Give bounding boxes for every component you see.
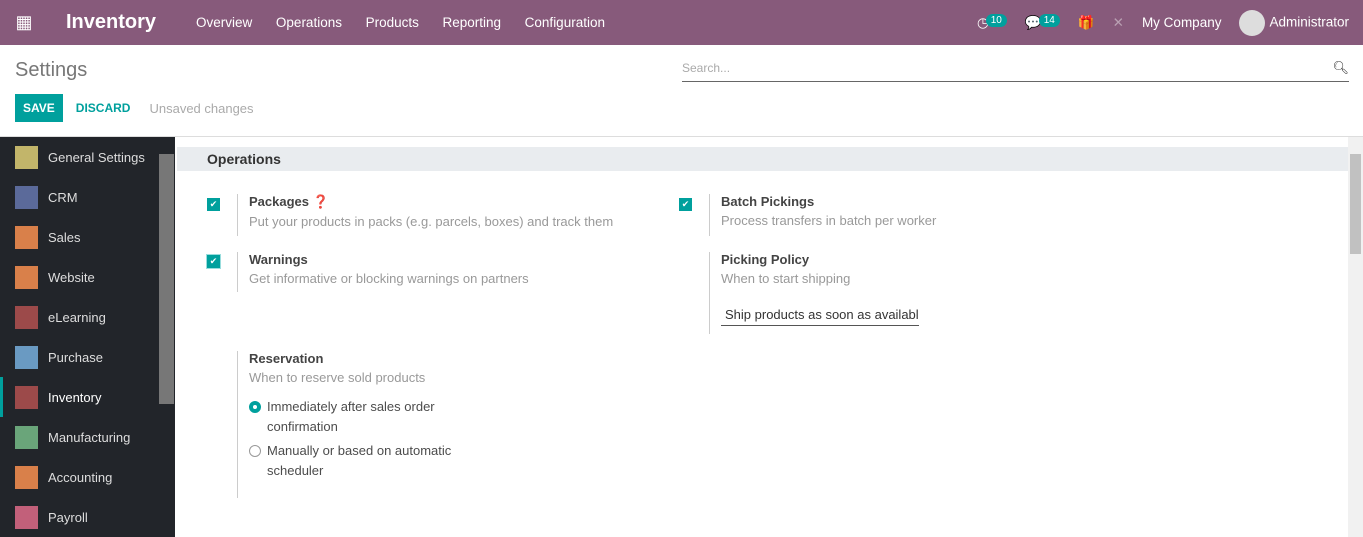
search-input[interactable]: Search... 🔍︎ bbox=[682, 60, 1349, 82]
top-navbar: ▦ Inventory Overview Operations Products… bbox=[0, 0, 1363, 45]
save-button[interactable]: SAVE bbox=[15, 94, 63, 122]
user-menu[interactable]: Administrator bbox=[1239, 9, 1349, 36]
sidebar-item-purchase[interactable]: Purchase bbox=[0, 337, 175, 377]
packages-label: Packages bbox=[249, 194, 309, 209]
batch-pickings-desc: Process transfers in batch per worker bbox=[721, 213, 937, 228]
app-icon bbox=[15, 265, 38, 289]
company-switcher[interactable]: My Company bbox=[1142, 15, 1222, 30]
app-icon bbox=[15, 385, 38, 409]
app-icon bbox=[15, 505, 38, 529]
app-icon bbox=[15, 145, 38, 169]
batch-pickings-checkbox[interactable]: ✔ bbox=[679, 198, 692, 211]
sidebar-item-manufacturing[interactable]: Manufacturing bbox=[0, 417, 175, 457]
sidebar-item-sales[interactable]: Sales bbox=[0, 217, 175, 257]
sidebar-item-label: Purchase bbox=[48, 349, 103, 365]
activity-button[interactable]: ◷ 10 bbox=[977, 13, 1007, 31]
activity-badge: 10 bbox=[985, 13, 1007, 27]
sidebar-item-label: Sales bbox=[48, 229, 81, 245]
unsaved-status: Unsaved changes bbox=[149, 100, 254, 116]
app-icon bbox=[15, 425, 38, 449]
reservation-option-immediate[interactable]: Immediately after sales order confirmati… bbox=[249, 397, 457, 437]
tools-icon[interactable]: ✕ bbox=[1113, 15, 1124, 31]
content-scrollbar[interactable] bbox=[1348, 137, 1363, 537]
warnings-desc: Get informative or blocking warnings on … bbox=[249, 271, 529, 286]
messages-button[interactable]: 💬 14 bbox=[1025, 13, 1060, 31]
sidebar-item-website[interactable]: Website bbox=[0, 257, 175, 297]
settings-sidebar: General Settings CRM Sales Website eLearning… bbox=[0, 137, 175, 537]
search-placeholder: Search... bbox=[682, 61, 731, 75]
sidebar-item-label: Manufacturing bbox=[48, 429, 131, 445]
gift-icon[interactable]: 🎁 bbox=[1078, 15, 1095, 31]
packages-desc: Put your products in packs (e.g. parcels… bbox=[249, 214, 614, 229]
reservation-label: Reservation bbox=[249, 351, 324, 366]
warnings-label: Warnings bbox=[249, 252, 308, 267]
app-icon bbox=[15, 305, 38, 329]
sidebar-item-label: Accounting bbox=[48, 469, 113, 485]
sidebar-item-crm[interactable]: CRM bbox=[0, 177, 175, 217]
sidebar-item-general-settings[interactable]: General Settings bbox=[0, 137, 175, 177]
app-icon bbox=[15, 225, 38, 249]
picking-policy-desc: When to start shipping bbox=[721, 271, 851, 286]
control-panel: Settings Search... 🔍︎ SAVE DISCARD Unsave… bbox=[0, 45, 1363, 137]
avatar bbox=[1239, 9, 1266, 36]
sidebar-item-label: Inventory bbox=[48, 389, 102, 405]
packages-checkbox[interactable]: ✔ bbox=[207, 198, 220, 211]
app-icon bbox=[15, 345, 38, 369]
option-label: Manually or based on automatic scheduler bbox=[267, 443, 452, 478]
picking-policy-select[interactable]: Ship products as soon as available bbox=[721, 304, 919, 326]
reservation-option-manual[interactable]: Manually or based on automatic scheduler bbox=[249, 441, 457, 481]
option-label: Immediately after sales order confirmati… bbox=[267, 399, 435, 434]
sidebar-item-label: eLearning bbox=[48, 309, 106, 325]
menu-configuration[interactable]: Configuration bbox=[525, 15, 605, 30]
batch-pickings-label: Batch Pickings bbox=[721, 194, 815, 209]
app-title: Inventory bbox=[66, 11, 157, 33]
app-icon bbox=[15, 185, 38, 209]
apps-menu-icon[interactable]: ▦ bbox=[0, 12, 48, 33]
reservation-desc: When to reserve sold products bbox=[249, 370, 426, 385]
sidebar-item-payroll[interactable]: Payroll bbox=[0, 497, 175, 537]
help-icon[interactable]: ❓ bbox=[313, 194, 329, 209]
warnings-checkbox[interactable]: ✔ bbox=[206, 254, 221, 269]
user-name: Administrator bbox=[1269, 14, 1349, 30]
sidebar-item-label: General Settings bbox=[48, 149, 145, 165]
sidebar-item-label: CRM bbox=[48, 189, 78, 205]
search-icon[interactable]: 🔍︎ bbox=[1332, 60, 1349, 76]
page-title: Settings bbox=[15, 59, 88, 81]
settings-content: Operations ✔ Packages ❓ Put your product… bbox=[175, 137, 1363, 537]
message-badge: 14 bbox=[1038, 13, 1060, 27]
sidebar-item-inventory[interactable]: Inventory bbox=[0, 377, 175, 417]
sidebar-item-elearning[interactable]: eLearning bbox=[0, 297, 175, 337]
scrollbar-thumb[interactable] bbox=[1350, 154, 1361, 254]
sidebar-item-label: Website bbox=[48, 269, 95, 285]
picking-policy-label: Picking Policy bbox=[721, 252, 810, 267]
section-header: Operations bbox=[177, 147, 1348, 171]
sidebar-item-label: Payroll bbox=[48, 509, 88, 525]
app-icon bbox=[15, 465, 38, 489]
radio-selected[interactable] bbox=[249, 401, 261, 413]
sidebar-item-accounting[interactable]: Accounting bbox=[0, 457, 175, 497]
menu-operations[interactable]: Operations bbox=[276, 15, 342, 30]
discard-button[interactable]: DISCARD bbox=[76, 101, 131, 115]
menu-reporting[interactable]: Reporting bbox=[443, 15, 502, 30]
radio-unselected[interactable] bbox=[249, 445, 261, 457]
menu-overview[interactable]: Overview bbox=[196, 15, 252, 30]
menu-products[interactable]: Products bbox=[366, 15, 419, 30]
